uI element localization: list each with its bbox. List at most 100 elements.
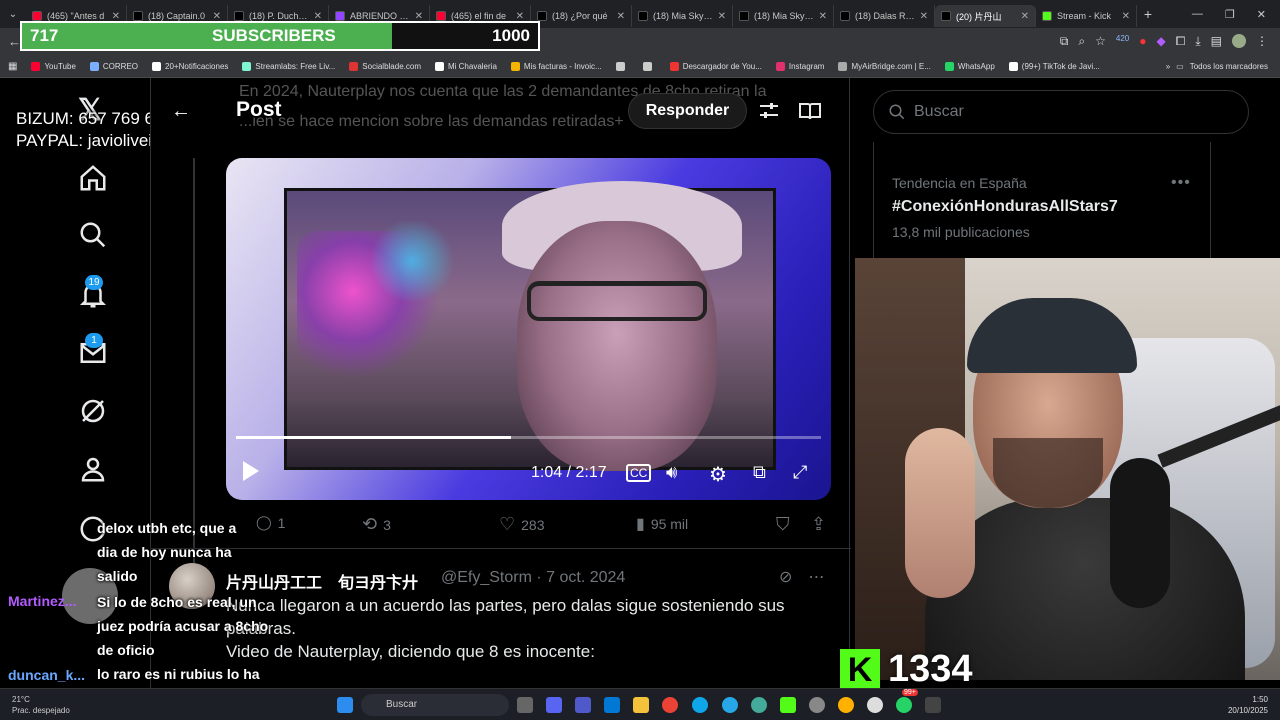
volume-icon[interactable]: 🔊︎ — [666, 462, 677, 483]
grok-small-icon[interactable]: ⊘ — [779, 567, 792, 587]
play-icon[interactable] — [242, 460, 260, 482]
edge-icon[interactable] — [692, 697, 708, 713]
trend-hashtag[interactable]: #ConexiónHondurasAllStars7 — [892, 198, 1118, 216]
browser-tab[interactable]: (18) Dalas Rev ✕ — [834, 5, 935, 27]
bookmark-item[interactable] — [642, 62, 656, 71]
close-tab-icon[interactable]: ✕ — [415, 11, 423, 22]
bookmark-item[interactable]: Streamlabs: Free Liv... — [242, 62, 335, 71]
captions-icon[interactable]: CC — [626, 464, 652, 482]
teams-icon[interactable] — [575, 697, 591, 713]
close-tab-icon[interactable]: ✕ — [1122, 11, 1130, 22]
search-placeholder: Buscar — [914, 103, 964, 120]
home-icon[interactable] — [78, 163, 108, 193]
zoom-icon[interactable]: ⌕ — [1078, 34, 1085, 49]
restore-icon[interactable]: ❐ — [1225, 8, 1235, 21]
bookmark-star-icon[interactable]: ☆ — [1095, 34, 1106, 49]
bookmark-item[interactable]: WhatsApp — [944, 62, 995, 71]
profile-icon[interactable] — [78, 454, 108, 484]
tab-search-chevron-icon[interactable]: ⌄ — [0, 9, 26, 20]
like-action[interactable]: ♡ 283 — [499, 514, 545, 535]
views-action[interactable]: ▮ 95 mil — [636, 514, 688, 534]
bookmark-item[interactable]: Socialblade.com — [349, 62, 421, 71]
browser-tab[interactable]: Stream - Kick ✕ — [1036, 5, 1137, 27]
telegram-icon[interactable] — [722, 697, 738, 713]
bookmark-item[interactable]: Mi Chavaleria — [434, 62, 497, 71]
browser-tab[interactable]: (20) 片丹山 ✕ — [935, 5, 1036, 27]
sidepanel-icon[interactable]: ▤ — [1211, 34, 1222, 49]
minimize-icon[interactable]: — — [1192, 8, 1203, 21]
close-tab-icon[interactable]: ✕ — [718, 11, 726, 22]
app3-icon[interactable] — [867, 697, 883, 713]
more-options-icon[interactable]: ⋯ — [808, 567, 824, 587]
share-icon[interactable]: ⇪ — [811, 514, 826, 535]
download-icon[interactable]: ⤓ — [1195, 34, 1200, 49]
search-input[interactable]: Buscar — [873, 90, 1249, 134]
more-bookmarks-icon[interactable]: » — [1166, 62, 1170, 71]
obs-icon[interactable] — [809, 697, 825, 713]
bookmark-item[interactable]: (99+) TikTok de Javi... — [1008, 62, 1100, 71]
app4-icon[interactable] — [925, 697, 941, 713]
bookmark-item[interactable]: YouTube — [31, 62, 76, 71]
explorer-icon[interactable] — [633, 697, 649, 713]
outlook-icon[interactable] — [604, 697, 620, 713]
app2-icon[interactable] — [838, 697, 854, 713]
video-progress-bar[interactable] — [236, 436, 821, 439]
trend-more-icon[interactable]: ••• — [1171, 174, 1191, 192]
all-bookmarks-link[interactable]: Todos los marcadores — [1190, 62, 1268, 71]
close-tab-icon[interactable]: ✕ — [920, 11, 928, 22]
reply-action[interactable]: ◯ 1 — [256, 514, 285, 531]
browser-tab[interactable]: (18) ¿Por qué ✕ — [531, 5, 632, 27]
bookmark-item[interactable]: 20+Notificaciones — [152, 62, 228, 71]
extension-badge[interactable]: 420 — [1116, 34, 1129, 49]
chrome-icon[interactable] — [662, 697, 678, 713]
settings-gear-icon[interactable]: ⚙ — [709, 462, 727, 487]
cast-icon[interactable]: ⧉ — [1060, 34, 1069, 49]
youtube-icon — [32, 11, 42, 21]
kick-app-icon[interactable] — [780, 697, 796, 713]
task-view-icon[interactable] — [517, 697, 533, 713]
bookmark-item[interactable]: CORREO — [89, 62, 138, 71]
close-tab-icon[interactable]: ✕ — [112, 11, 120, 22]
whatsapp-icon[interactable] — [896, 697, 912, 713]
bookmark-item[interactable]: Mis facturas - Invoic... — [510, 62, 602, 71]
explore-search-icon[interactable] — [78, 220, 108, 250]
reply-button[interactable]: Responder — [628, 93, 747, 129]
new-tab-button[interactable]: + — [1137, 6, 1159, 22]
bookmark-item[interactable]: MyAirBridge.com | E... — [838, 62, 931, 71]
pip-icon[interactable]: ⧉ — [753, 462, 766, 483]
taskbar-search[interactable]: Buscar — [361, 694, 509, 716]
discord-icon[interactable] — [546, 697, 562, 713]
browser-tab[interactable]: (18) Mia Skylar ✕ — [632, 5, 733, 27]
browser-tab[interactable]: (18) Mia Skylar ✕ — [733, 5, 834, 27]
extensions-icon[interactable]: ⧠ — [1176, 34, 1186, 49]
bookmark-item[interactable]: Instagram — [775, 62, 824, 71]
weather-widget[interactable]: 21°C Prac. despejado — [12, 694, 70, 716]
close-window-icon[interactable]: ✕ — [1257, 8, 1266, 21]
close-tab-icon[interactable]: ✕ — [819, 11, 827, 22]
back-arrow-icon[interactable]: ← — [171, 100, 191, 123]
windows-start-icon[interactable] — [337, 697, 353, 713]
bookmark-item[interactable] — [615, 62, 629, 71]
profile-avatar[interactable] — [1232, 34, 1246, 48]
bookmark-icon[interactable]: ⛉ — [776, 514, 790, 535]
close-tab-icon[interactable]: ✕ — [314, 11, 322, 22]
app-icon[interactable] — [751, 697, 767, 713]
reply-handle-date[interactable]: @Efy_Storm · 7 oct. 2024 — [441, 569, 625, 587]
bookmark-item[interactable]: Descargador de You... — [669, 62, 762, 71]
close-tab-icon[interactable]: ✕ — [213, 11, 221, 22]
youtube-ext-icon[interactable]: ● — [1139, 34, 1146, 49]
close-tab-icon[interactable]: ✕ — [1021, 11, 1029, 22]
menu-icon[interactable]: ⋮ — [1256, 34, 1268, 49]
reader-book-icon[interactable] — [799, 102, 821, 120]
apps-grid-icon[interactable]: ▦ — [8, 61, 17, 72]
video-player[interactable]: 1:04 / 2:17 CC 🔊︎ ⚙ ⧉ ⤢ — [226, 158, 831, 500]
system-clock[interactable]: 1:50 20/10/2025 — [1228, 694, 1268, 716]
repost-action[interactable]: ⟲ 3 — [362, 514, 391, 535]
close-tab-icon[interactable]: ✕ — [516, 11, 524, 22]
close-tab-icon[interactable]: ✕ — [617, 11, 625, 22]
filter-sliders-icon[interactable] — [759, 102, 779, 120]
shield-ext-icon[interactable]: ◆ — [1157, 34, 1166, 49]
fullscreen-icon[interactable]: ⤢ — [793, 462, 807, 483]
reply-icons: ⊘ ⋯ — [779, 567, 824, 587]
grok-icon[interactable] — [78, 396, 108, 426]
